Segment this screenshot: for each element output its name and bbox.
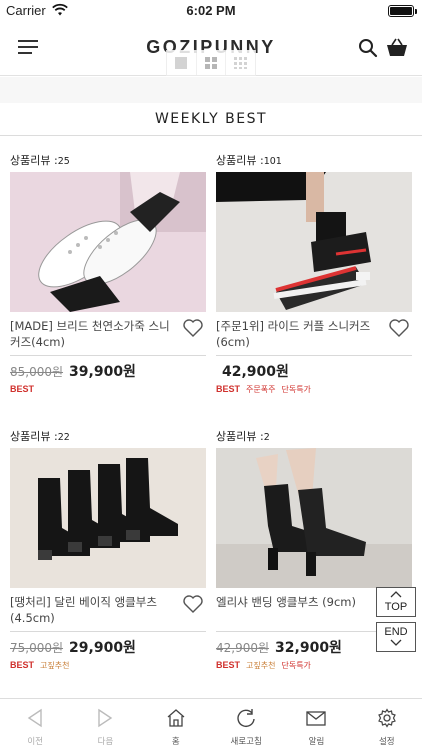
heart-icon[interactable] [182,318,204,338]
gear-icon [377,708,396,728]
refresh-icon [237,709,255,728]
chevron-down-icon [390,639,402,646]
review-label: 상품리뷰 : [216,154,264,167]
tab-forward-label: 다음 [97,737,114,747]
product-name-row: [MADE] 브리드 천연소가죽 스니커즈(4cm) [10,318,206,356]
original-price: 42,900원 [216,641,270,655]
badge-best: BEST [10,660,35,670]
tab-settings-label: 설정 [378,737,395,747]
sale-price: 32,900원 [275,640,342,656]
bottom-tab-bar: 이전 다음 홈 새로고침 알림 설정 [0,698,422,750]
review-count: 상품리뷰 :2 [216,428,412,446]
tab-refresh[interactable]: 새로고침 [211,699,281,750]
clock: 6:02 PM [186,3,236,18]
review-number: 22 [57,432,70,443]
tab-home-label: 홈 [171,737,180,747]
view-list-button[interactable] [226,50,255,75]
product-card[interactable]: 상품리뷰 :22 [땡처리] 달린 베이직 앵클부츠 (4.5cm) 75,00… [10,428,206,672]
tab-notifications-label: 알림 [308,737,325,747]
review-number: 101 [263,156,282,167]
view-mode-toggle [166,50,256,76]
review-label: 상품리뷰 : [10,430,58,443]
product-image[interactable] [10,448,206,588]
sale-price: 42,900원 [222,364,289,380]
price-row: 75,000원 29,900원 [10,636,206,658]
scroll-top-button[interactable]: TOP [376,587,416,617]
sneaker-photo [10,172,206,312]
chevron-up-icon [390,591,402,598]
grid-view-icon [205,56,217,69]
badge-row: BEST [10,382,206,396]
section-divider [0,135,422,136]
product-image[interactable] [216,448,412,588]
heart-icon[interactable] [388,318,410,338]
tab-forward[interactable]: 다음 [70,699,140,750]
sale-price: 39,900원 [69,364,136,380]
home-icon [167,709,185,727]
ankle-boot-photo [216,448,412,588]
battery-icon [388,5,414,17]
review-number: 25 [57,156,70,167]
sneaker-photo [216,172,412,312]
original-price: 85,000원 [10,365,64,379]
badge-recommended: 고짚추천 [40,661,70,670]
review-label: 상품리뷰 : [216,430,264,443]
cart-icon[interactable] [386,38,408,58]
review-count: 상품리뷰 :22 [10,428,206,446]
original-price: 75,000원 [10,641,64,655]
badge-row: BEST 주문폭주 단독특가 [216,382,412,396]
scroll-end-button[interactable]: END [376,622,416,652]
product-image[interactable] [10,172,206,312]
battery-tip [415,9,417,14]
product-name[interactable]: [주문1위] 라이드 커플 스니커즈 (6cm) [216,318,412,350]
scroll-end-label: END [384,626,408,638]
review-count: 상품리뷰 :101 [216,152,412,170]
tab-home[interactable]: 홈 [141,699,211,750]
badge-row: BEST 고짚추천 [10,658,206,672]
single-view-icon [175,56,188,69]
badge-best: BEST [216,660,241,670]
view-grid-button[interactable] [197,50,227,75]
review-number: 2 [263,432,270,443]
list-view-icon [233,56,247,69]
spacer-band [0,77,422,103]
sale-price: 29,900원 [69,640,136,656]
status-bar: Carrier 6:02 PM [0,0,422,22]
view-single-button[interactable] [167,50,197,75]
product-card[interactable]: 상품리뷰 :101 [주문1위] 라이드 커플 스니커즈 (6cm) 42,90… [216,152,412,396]
product-name-row: [주문1위] 라이드 커플 스니커즈 (6cm) [216,318,412,356]
product-name-row: [땡처리] 달린 베이직 앵클부츠 (4.5cm) [10,594,206,632]
badge-best: BEST [10,384,35,394]
tab-back[interactable]: 이전 [0,699,70,750]
product-image[interactable] [216,172,412,312]
tab-notifications[interactable]: 알림 [281,699,351,750]
price-row: 85,000원 39,900원 [10,360,206,382]
back-arrow-icon [27,708,42,728]
product-name[interactable]: [땡처리] 달린 베이직 앵클부츠 (4.5cm) [10,594,206,626]
mail-icon [306,711,327,726]
boots-photo [10,448,206,588]
tab-back-label: 이전 [27,737,43,747]
badge-best: BEST [216,384,241,394]
tab-settings[interactable]: 설정 [352,699,422,750]
scroll-top-label: TOP [384,601,408,613]
product-name[interactable]: [MADE] 브리드 천연소가죽 스니커즈(4cm) [10,318,206,350]
badge-hot: 주문폭주 [246,385,276,394]
badge-recommended: 고짚추천 [246,661,276,670]
badge-exclusive: 단독특가 [281,661,311,670]
price-row: 42,900원 [216,360,412,382]
section-title: WEEKLY BEST [154,111,268,127]
search-icon[interactable] [358,38,378,58]
review-label: 상품리뷰 : [10,154,58,167]
badge-row: BEST 고짚추천 단독특가 [216,658,412,672]
badge-exclusive: 단독특가 [281,385,311,394]
review-count: 상품리뷰 :25 [10,152,206,170]
product-card[interactable]: 상품리뷰 :25 [MADE] 브리드 천연소가죽 스니커즈(4cm) 85,0… [10,152,206,396]
tab-refresh-label: 새로고침 [230,737,262,747]
heart-icon[interactable] [182,594,204,614]
forward-arrow-icon [98,708,113,728]
